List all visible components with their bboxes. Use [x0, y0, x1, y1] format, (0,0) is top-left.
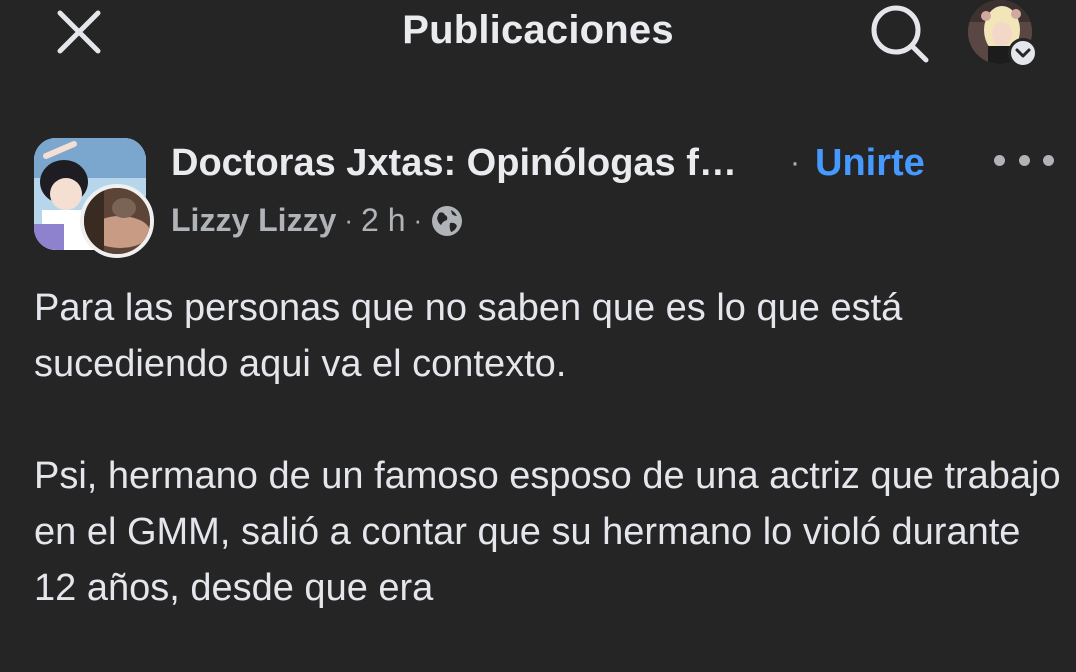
header-separator: ·	[790, 146, 800, 179]
globe-icon	[432, 205, 463, 236]
author-avatar[interactable]	[80, 184, 154, 258]
post-meta: Lizzy Lizzy · 2 h ·	[171, 202, 464, 239]
search-icon	[871, 5, 929, 63]
post-paragraph: Para las personas que no saben que es lo…	[34, 287, 903, 385]
post-paragraph: Psi, hermano de un famoso esposo de una …	[34, 455, 1061, 609]
author-name-link[interactable]: Lizzy Lizzy	[171, 202, 336, 239]
group-name-link[interactable]: Doctoras Jxtas: Opinólogas f…	[171, 142, 737, 185]
post-timestamp[interactable]: 2 h	[361, 202, 405, 239]
join-group-button[interactable]: Unirte	[815, 142, 925, 185]
meta-separator: ·	[344, 205, 354, 235]
more-options-icon	[994, 154, 1005, 166]
more-options-icon	[1018, 154, 1030, 166]
profile-chevron	[1008, 38, 1038, 68]
top-bar: Publicaciones	[0, 0, 1076, 70]
search-button[interactable]	[864, 2, 934, 64]
profile-menu-button[interactable]	[964, 0, 1044, 70]
meta-separator: ·	[413, 205, 423, 235]
more-options-button[interactable]	[994, 138, 1054, 182]
chevron-down-icon	[1015, 48, 1031, 58]
more-options-icon	[1043, 154, 1054, 166]
post-text: Para las personas que no saben que es lo…	[34, 280, 1064, 672]
